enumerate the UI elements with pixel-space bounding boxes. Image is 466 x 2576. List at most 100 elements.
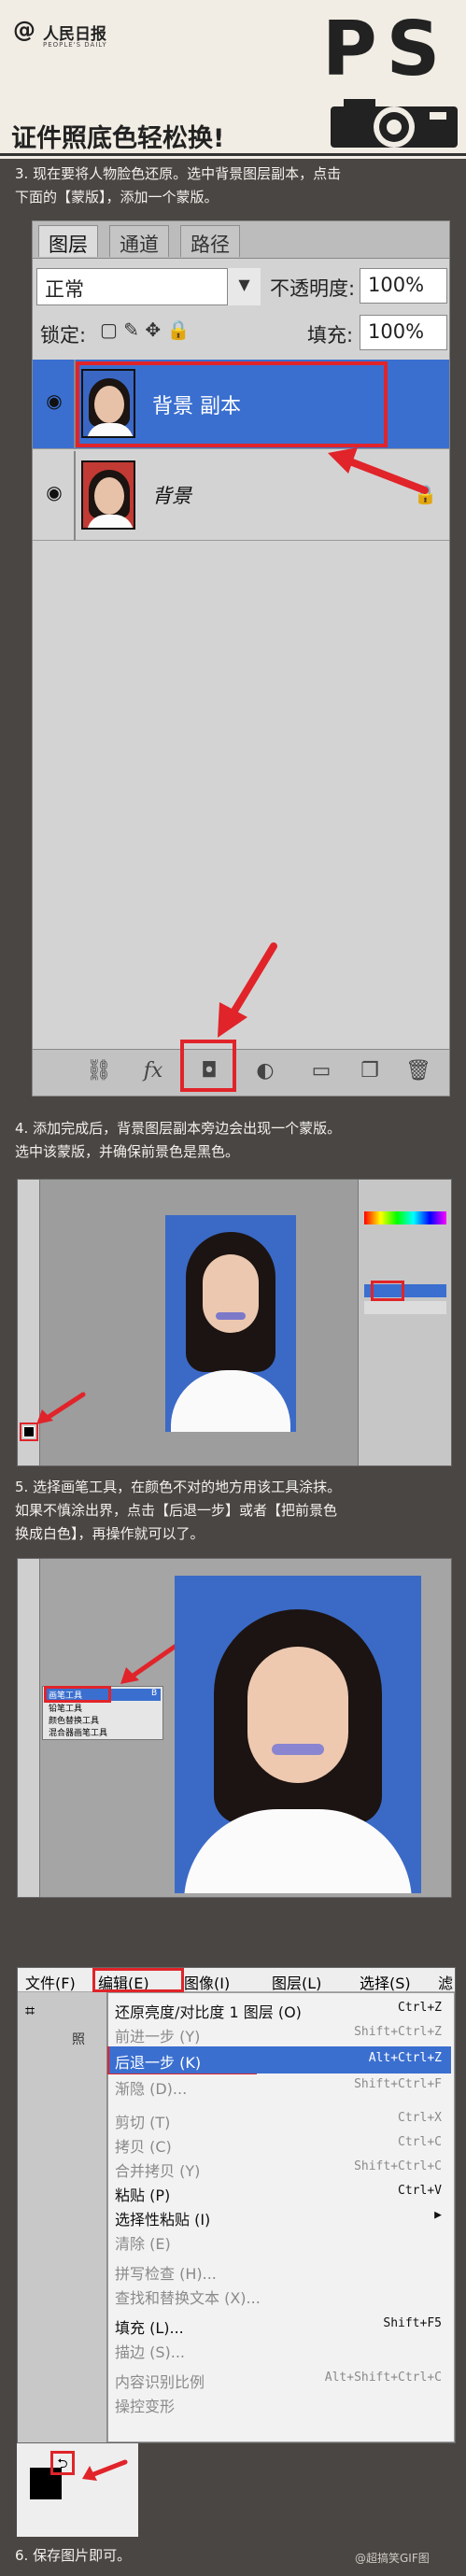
link-icon[interactable]: ⛓ (83, 1059, 115, 1087)
menu-item-shortcut: Shift+Ctrl+Z (354, 2025, 442, 2039)
highlight-box (180, 1040, 236, 1092)
right-panels (358, 1180, 451, 1465)
menu-item-shortcut: Shift+F5 (383, 2316, 442, 2330)
menu-item: 剪切 (T) Ctrl+X (109, 2106, 451, 2133)
step5-caption: 5. 选择画笔工具，在颜色不对的地方用该工具涂抹。 如果不慎涂出界，点击【后退一… (0, 1476, 448, 1546)
highlight-box (76, 361, 388, 447)
menu-layer[interactable]: 图层(L) (272, 1971, 321, 1993)
new-layer-icon[interactable]: ❐ (354, 1059, 386, 1087)
crop-tool-icon[interactable]: ⌗ (25, 2002, 35, 2021)
menu-item-label: 渐隐 (D)... (115, 2080, 188, 2098)
red-arrow-icon (82, 2459, 128, 2481)
menu-item: 清除 (E) (109, 2228, 451, 2255)
menu-item-shortcut: Alt+Shift+Ctrl+C (324, 2371, 442, 2385)
portrait-photo (175, 1576, 421, 1893)
flyout-item[interactable]: 混合器画笔工具 (45, 1726, 107, 1738)
red-arrow-icon (218, 942, 277, 1038)
menu-item: 合并拷贝 (Y) Shift+Ctrl+C (109, 2155, 451, 2182)
peoples-daily-logo-icon: @ (13, 17, 35, 43)
swap-colors-icon[interactable]: ⮌ (50, 2451, 75, 2475)
lock-options-icon[interactable]: ▢ ✎ ✥ 🔒 (100, 318, 190, 341)
brush-tool-screenshot: 画笔工具 铅笔工具 颜色替换工具 混合器画笔工具 B (17, 1558, 452, 1898)
menu-item-label: 清除 (E) (115, 2235, 171, 2253)
tab-layers[interactable]: 图层 (38, 225, 98, 257)
menu-item-label: 描边 (S)... (115, 2343, 185, 2361)
tab-paths[interactable]: 路径 (180, 225, 240, 257)
menu-item: 内容识别比例 Alt+Shift+Ctrl+C (109, 2366, 451, 2393)
menu-item-label: 前进一步 (Y) (115, 2028, 201, 2045)
folder-icon[interactable]: ▭ (305, 1059, 337, 1087)
menu-item: 查找和替换文本 (X)... (109, 2282, 451, 2309)
menu-item-label: 拼写检查 (H)... (115, 2265, 217, 2283)
red-arrow-icon (36, 1392, 86, 1424)
eye-icon[interactable]: ◉ (40, 389, 68, 418)
tab-channels[interactable]: 通道 (109, 225, 169, 257)
menu-item[interactable]: 后退一步 (K) Alt+Ctrl+Z (109, 2046, 451, 2074)
menu-file[interactable]: 文件(F) (25, 1971, 76, 1993)
eye-icon[interactable]: ◉ (40, 481, 68, 509)
layer-name[interactable]: 背景 (152, 481, 191, 509)
fx-icon[interactable]: fx (137, 1059, 169, 1087)
menu-item-label: 操控变形 (115, 2398, 176, 2415)
color-spectrum[interactable] (364, 1211, 446, 1224)
opacity-field[interactable]: 100% (360, 268, 447, 304)
photoshop-workspace-screenshot (17, 1179, 452, 1466)
menu-item-label: 查找和替换文本 (X)... (115, 2289, 261, 2307)
menu-item: 拷贝 (C) Ctrl+C (109, 2130, 451, 2158)
weibo-watermark: @超搞笑GIF图 (355, 2552, 430, 2565)
menu-item-label: 合并拷贝 (Y) (115, 2162, 201, 2180)
shortcut-label: B (151, 1689, 158, 1698)
menu-item-shortcut: Ctrl+V (398, 2184, 442, 2198)
menu-item[interactable]: 填充 (L)... Shift+F5 (109, 2312, 451, 2339)
layers-panel: 图层 通道 路径 正常 ▼ 不透明度: 100% 锁定: ▢ ✎ ✥ 🔒 填充:… (32, 220, 450, 1097)
step3-caption: 3. 现在要将人物脸色还原。选中背景图层副本，点击 下面的【蒙版】，添加一个蒙版… (0, 163, 448, 209)
menu-item-label: 后退一步 (K) (115, 2054, 202, 2072)
portrait-photo (165, 1215, 296, 1432)
menu-item: 描边 (S)... (109, 2336, 451, 2363)
trash-icon[interactable]: 🗑 (402, 1059, 434, 1087)
title-underline (0, 153, 466, 156)
menu-item-label: 剪切 (T) (115, 2114, 171, 2131)
menu-item: 前进一步 (Y) Shift+Ctrl+Z (109, 2020, 451, 2047)
menu-select[interactable]: 选择(S) (360, 1971, 411, 1993)
caption-line: 3. 现在要将人物脸色还原。选中背景图层副本，点击 (15, 165, 342, 182)
menu-item: 拼写检查 (H)... (109, 2258, 451, 2285)
menu-item[interactable]: 选择性粘贴 (I) ▶ (109, 2203, 451, 2230)
menu-item-label: 粘贴 (P) (115, 2187, 171, 2204)
document-tab-label[interactable]: 照 (72, 2030, 85, 2048)
submenu-arrow-icon: ▶ (434, 2208, 442, 2222)
fill-label: 填充: (307, 324, 354, 347)
chevron-down-icon[interactable]: ▼ (227, 268, 261, 305)
color-swatches-panel: ⮌ (17, 2443, 138, 2537)
camera-icon (331, 99, 458, 148)
flyout-item[interactable]: 铅笔工具 (45, 1702, 82, 1714)
adjustment-icon[interactable]: ◐ (249, 1059, 281, 1087)
fill-field[interactable]: 100% (360, 315, 447, 350)
layers-panel-toolbar: ⛓ fx ◘ ◐ ▭ ❐ 🗑 (33, 1049, 449, 1096)
highlight-box (371, 1281, 404, 1301)
menu-item-shortcut: Shift+Ctrl+F (354, 2077, 442, 2091)
menu-item[interactable]: 还原亮度/对比度 1 图层 (O) Ctrl+Z (109, 1996, 451, 2023)
menu-image[interactable]: 图像(I) (184, 1971, 230, 1993)
tools-panel[interactable]: ⌗ 照 (18, 1992, 107, 2442)
tools-panel[interactable] (18, 1559, 40, 1897)
menu-filter[interactable]: 滤 (438, 1971, 453, 1993)
menu-item: 操控变形 (109, 2390, 451, 2417)
menu-item-shortcut: Ctrl+Z (398, 2001, 442, 2015)
menu-item-shortcut: Ctrl+C (398, 2135, 442, 2149)
opacity-label: 不透明度: (270, 277, 356, 300)
red-arrow-icon (328, 447, 429, 494)
caption-line: 如果不慎涂出界，点击【后退一步】或者【把前景色 (15, 1502, 338, 1519)
red-arrow-icon (120, 1644, 177, 1684)
caption-line: 下面的【蒙版】，添加一个蒙版。 (15, 189, 219, 205)
layer-row[interactable] (364, 1301, 446, 1314)
caption-line: 换成白色】，再操作就可以了。 (15, 1525, 205, 1542)
edit-menu-screenshot: 文件(F) 编辑(E) 图像(I) 图层(L) 选择(S) 滤 ⌗ 照 还原亮度… (17, 1967, 456, 2443)
flyout-item[interactable]: 颜色替换工具 (45, 1714, 99, 1726)
menu-item-shortcut: Shift+Ctrl+C (354, 2159, 442, 2173)
logo-subtext: PEOPLE'S DAILY (43, 41, 107, 49)
layer-thumbnail[interactable] (81, 460, 135, 530)
step4-caption: 4. 添加完成后，背景图层副本旁边会出现一个蒙版。 选中该蒙版，并确保前景色是黑… (0, 1117, 448, 1164)
menu-item: 渐隐 (D)... Shift+Ctrl+F (109, 2073, 451, 2100)
menu-item[interactable]: 粘贴 (P) Ctrl+V (109, 2179, 451, 2206)
